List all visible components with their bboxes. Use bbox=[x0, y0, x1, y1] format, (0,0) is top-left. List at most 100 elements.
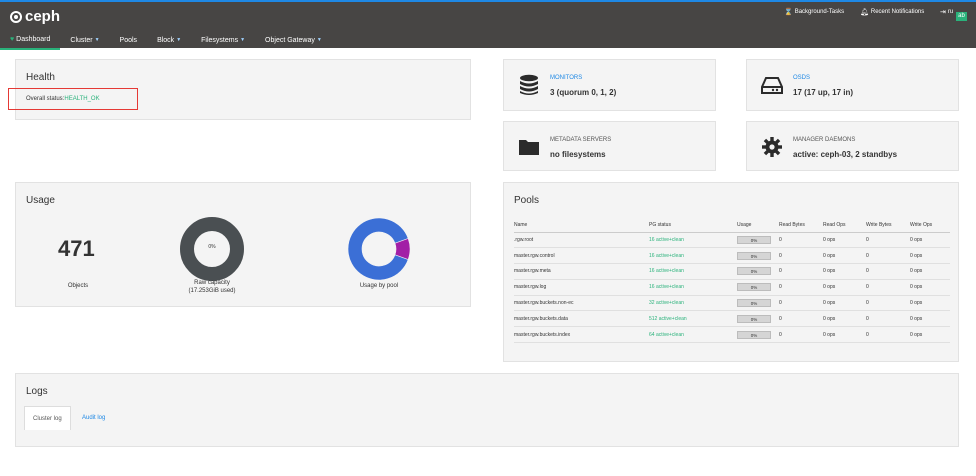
hdd-icon bbox=[761, 74, 783, 96]
pool-read-bytes-cell: 0 bbox=[779, 263, 823, 280]
column-header[interactable]: Write Bytes bbox=[866, 218, 910, 233]
hourglass-icon: ⌛ bbox=[784, 9, 793, 16]
bell-icon: 🔔︎ bbox=[860, 9, 869, 16]
nav-item-label: Filesystems bbox=[201, 37, 239, 44]
column-header[interactable]: Read Bytes bbox=[779, 218, 823, 233]
pool-name-cell: master.rgw.log bbox=[514, 279, 649, 296]
manager-daemons-value: active: ceph-03, 2 standbys bbox=[793, 150, 898, 159]
pool-usage-bar: 0% bbox=[737, 267, 771, 276]
pool-write-bytes-cell: 0 bbox=[866, 326, 910, 344]
osds-label[interactable]: OSDS bbox=[793, 75, 810, 81]
pool-write-bytes-cell: 0 bbox=[866, 232, 910, 249]
pool-read-ops-cell: 0 ops bbox=[823, 279, 866, 296]
pool-name-cell: master.rgw.control bbox=[514, 247, 649, 265]
recent-notifications-button[interactable]: 🔔︎ Recent Notifications bbox=[860, 8, 924, 16]
metadata-servers-label: METADATA SERVERS bbox=[550, 137, 612, 143]
usage-by-pool-label: Usage by pool bbox=[359, 283, 399, 289]
raw-capacity-detail: (17.253GiB used) bbox=[188, 288, 236, 294]
pool-usage-cell: 0% bbox=[737, 310, 779, 328]
tab-audit-log[interactable]: Audit log bbox=[74, 406, 113, 430]
manager-daemons-card: MANAGER DAEMONS active: ceph-03, 2 stand… bbox=[746, 121, 959, 171]
pool-write-ops-cell: 0 ops bbox=[910, 263, 950, 280]
nav-item-cluster[interactable]: Cluster ▼ bbox=[60, 31, 109, 50]
pool-read-ops-cell: 0 ops bbox=[823, 326, 866, 344]
metadata-servers-value: no filesystems bbox=[550, 150, 606, 159]
pool-name-cell: master.rgw.meta bbox=[514, 263, 649, 280]
pool-usage-bar: 0% bbox=[737, 251, 771, 260]
pool-read-bytes-cell: 0 bbox=[779, 310, 823, 328]
pool-read-ops-cell: 0 ops bbox=[823, 310, 866, 328]
main-nav: ♥ Dashboard Cluster ▼ Pools Block ▼ Filesystems… bbox=[0, 31, 332, 50]
nav-item-filesystems[interactable]: Filesystems ▼ bbox=[191, 31, 255, 50]
pool-pg-cell: 16 active+clean bbox=[649, 247, 737, 265]
user-badge[interactable]: ab bbox=[956, 12, 967, 21]
pool-write-ops-cell: 0 ops bbox=[910, 326, 950, 344]
raw-capacity-percent: 0% bbox=[208, 244, 216, 250]
background-tasks-button[interactable]: ⌛ Background-Tasks bbox=[784, 8, 844, 16]
manager-daemons-label: MANAGER DAEMONS bbox=[793, 137, 856, 143]
column-header[interactable]: PG status bbox=[649, 218, 737, 233]
sign-in-icon: ⇥ bbox=[940, 9, 946, 16]
osds-card: OSDS 17 (17 up, 17 in) bbox=[746, 59, 959, 111]
nav-item-object-gateway[interactable]: Object Gateway ▼ bbox=[255, 31, 332, 50]
caret-down-icon: ▼ bbox=[240, 37, 246, 43]
table-row: master.rgw.buckets.non-ec 32 active+clean… bbox=[514, 295, 950, 312]
nav-item-label: Cluster bbox=[70, 37, 93, 44]
pool-write-ops-cell: 0 ops bbox=[910, 232, 950, 249]
monitors-label[interactable]: MONITORS bbox=[550, 75, 582, 81]
table-row: master.rgw.buckets.index 64 active+clean 0… bbox=[514, 326, 950, 344]
pool-pg-cell: 512 active+clean bbox=[649, 310, 737, 328]
pool-write-bytes-cell: 0 bbox=[866, 310, 910, 328]
pool-pg-cell: 16 active+clean bbox=[649, 232, 737, 249]
pool-usage-cell: 0% bbox=[737, 247, 779, 265]
pool-usage-bar: 0% bbox=[737, 283, 771, 292]
pool-read-ops-cell: 0 ops bbox=[823, 247, 866, 265]
pool-usage-bar: 0% bbox=[737, 330, 771, 339]
pool-read-ops-cell: 0 ops bbox=[823, 263, 866, 280]
pool-read-bytes-cell: 0 bbox=[779, 279, 823, 296]
monitors-card: MONITORS 3 (quorum 0, 1, 2) bbox=[503, 59, 716, 111]
pool-pg-cell: 64 active+clean bbox=[649, 326, 737, 344]
pool-name-cell: .rgw.root bbox=[514, 232, 649, 249]
pool-write-ops-cell: 0 ops bbox=[910, 279, 950, 296]
osds-value: 17 (17 up, 17 in) bbox=[793, 88, 854, 97]
health-title: Health bbox=[26, 72, 55, 83]
pools-table: Name PG status Usage Read Bytes Read Ops Writ… bbox=[514, 218, 950, 344]
table-row: master.rgw.log 16 active+clean 0% 0 0 ops 0 0 … bbox=[514, 279, 950, 296]
metadata-servers-card: METADATA SERVERS no filesystems bbox=[503, 121, 716, 171]
caret-down-icon: ▼ bbox=[316, 37, 322, 43]
ceph-logo[interactable]: ceph bbox=[10, 8, 60, 25]
nav-item-dashboard[interactable]: ♥ Dashboard bbox=[0, 31, 61, 50]
pool-name-cell: master.rgw.buckets.data bbox=[514, 310, 649, 328]
user-menu-button[interactable]: ⇥ ru bbox=[940, 8, 953, 16]
nav-item-block[interactable]: Block ▼ bbox=[147, 31, 191, 50]
objects-count: 471 bbox=[58, 236, 95, 261]
pool-usage-bar: 0% bbox=[737, 235, 771, 244]
pool-write-ops-cell: 0 ops bbox=[910, 295, 950, 312]
caret-down-icon: ▼ bbox=[176, 37, 182, 43]
pool-read-ops-cell: 0 ops bbox=[823, 232, 866, 249]
pool-name-cell: master.rgw.buckets.non-ec bbox=[514, 295, 649, 312]
top-navbar: ceph ⌛ Background-Tasks 🔔︎ Recent Notifi… bbox=[0, 2, 976, 50]
pool-name-cell: master.rgw.buckets.index bbox=[514, 326, 649, 344]
caret-down-icon: ▼ bbox=[94, 37, 100, 43]
column-header[interactable]: Name bbox=[514, 218, 649, 233]
logs-panel: Logs bbox=[15, 373, 959, 447]
table-row: master.rgw.buckets.data 512 active+clean 0… bbox=[514, 310, 950, 328]
column-header[interactable]: Read Ops bbox=[823, 218, 866, 233]
pool-read-bytes-cell: 0 bbox=[779, 295, 823, 312]
pool-read-bytes-cell: 0 bbox=[779, 247, 823, 265]
pool-write-bytes-cell: 0 bbox=[866, 295, 910, 312]
pool-read-ops-cell: 0 ops bbox=[823, 295, 866, 312]
gear-icon bbox=[761, 136, 783, 158]
nav-item-pools[interactable]: Pools bbox=[110, 31, 148, 50]
pool-read-bytes-cell: 0 bbox=[779, 232, 823, 249]
column-header[interactable]: Write Ops bbox=[910, 218, 950, 233]
pool-pg-cell: 16 active+clean bbox=[649, 279, 737, 296]
table-row: master.rgw.control 16 active+clean 0% 0 0 op… bbox=[514, 247, 950, 265]
pool-write-bytes-cell: 0 bbox=[866, 263, 910, 280]
tab-cluster-log[interactable]: Cluster log bbox=[24, 406, 71, 430]
column-header[interactable]: Usage bbox=[737, 218, 779, 233]
nav-item-label: Block bbox=[157, 37, 175, 44]
database-icon bbox=[518, 74, 540, 96]
